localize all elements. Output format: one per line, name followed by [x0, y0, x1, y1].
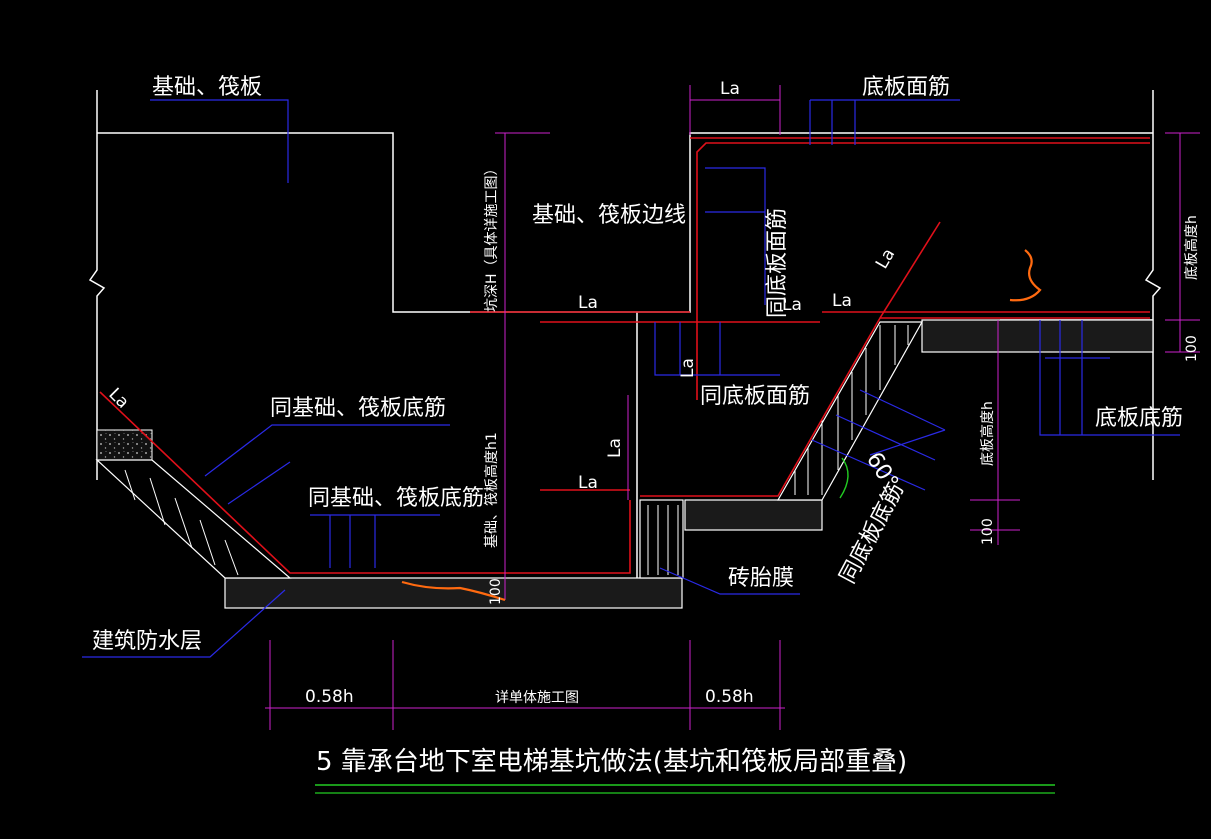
annotation-mark-1	[1009, 249, 1042, 302]
label-la-lower: La	[578, 473, 598, 493]
label-la-right-2: La	[832, 291, 852, 311]
label-100-mid: 100	[980, 518, 996, 545]
label-foundation-height-h1: 基础、筏板高度h1	[483, 432, 500, 548]
label-same-foundation-bottom-rebar-2: 同基础、筏板底筋	[308, 486, 484, 511]
caption-title: 5 靠承台地下室电梯基坑做法(基坑和筏板局部重叠)	[316, 747, 907, 777]
label-la-mid: La	[578, 293, 598, 313]
drawing-canvas: 基础、筏板 底板面筋 La 基础、筏板边线 La La La La 同底板面筋 …	[82, 75, 1200, 794]
label-bottom-slab-height-right: 底板高度h	[1183, 215, 1200, 280]
label-100-bottom: 100	[488, 578, 504, 605]
label-bottom-slab-rebar: 底板底筋	[1095, 406, 1183, 431]
label-same-bottom-face-rebar: 同底板面筋	[700, 384, 810, 409]
label-waterproof-layer: 建筑防水层	[92, 629, 202, 654]
label-same-bottom-slab-rebar: 同底板底筋	[835, 479, 909, 588]
label-pit-depth-note: 坑深H（具体详施工图）	[484, 161, 500, 312]
label-brick-formwork: 砖胎膜	[728, 566, 794, 591]
label-foundation-raft: 基础、筏板	[152, 75, 262, 100]
label-la-vertical-2: La	[605, 438, 625, 458]
label-la-vertical-1: La	[678, 358, 698, 378]
label-la-top: La	[720, 79, 740, 99]
label-raft-edge-line: 基础、筏板边线	[532, 203, 686, 228]
label-bottom-slab-height-mid: 底板高度h	[979, 401, 996, 466]
dim-058h-right: 0.58h	[705, 687, 754, 707]
label-same-foundation-bottom-rebar-1: 同基础、筏板底筋	[270, 396, 446, 421]
label-100-right: 100	[1184, 335, 1200, 362]
label-same-bottom-face-rebar-vertical: 同底板面筋	[765, 208, 790, 318]
label-la-slope-left: La	[104, 384, 132, 412]
dim-see-detail: 详单体施工图	[495, 690, 579, 706]
label-bottom-face-rebar: 底板面筋	[862, 75, 950, 100]
label-la-slope-right: La	[872, 245, 899, 272]
dim-058h-left: 0.58h	[305, 687, 354, 707]
brick-formwork-hatch	[95, 321, 924, 579]
